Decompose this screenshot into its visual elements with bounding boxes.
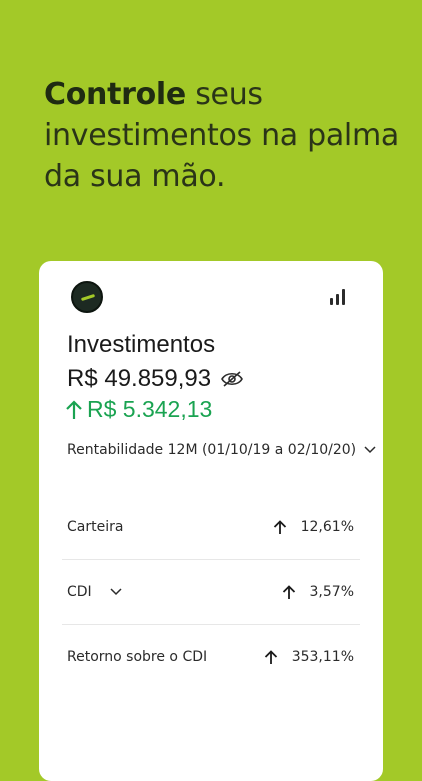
row-label: CDI <box>67 584 92 600</box>
headline-bold: Controle <box>44 77 186 112</box>
list-item-cdi: CDI 3,57% <box>62 560 360 625</box>
logo-icon <box>71 281 103 313</box>
bar-chart-icon[interactable] <box>330 287 348 305</box>
list-item-retorno-cdi: Retorno sobre o CDI 353,11% <box>62 625 360 689</box>
gain-row: R$ 5.342,13 <box>65 396 212 423</box>
period-selector[interactable]: Rentabilidade 12M (01/10/19 a 02/10/20) <box>67 442 376 458</box>
row-label: Carteira <box>67 519 124 535</box>
balance-value: R$ 49.859,93 <box>67 365 212 392</box>
row-value: 12,61% <box>300 519 354 535</box>
arrow-up-icon <box>273 519 286 534</box>
eye-slash-icon[interactable] <box>221 371 244 387</box>
arrow-up-icon <box>264 649 277 664</box>
row-label: Retorno sobre o CDI <box>67 649 208 665</box>
investments-card: Investimentos R$ 49.859,93 R$ 5.342,13 R… <box>39 261 383 781</box>
arrow-up-icon <box>282 584 295 599</box>
gain-value: R$ 5.342,13 <box>87 396 213 422</box>
performance-list: Carteira 12,61% CDI 3,57% Retorno sobre … <box>62 495 360 689</box>
balance-row: R$ 49.859,93 <box>67 365 244 393</box>
row-value: 3,57% <box>309 584 354 600</box>
row-value: 353,11% <box>291 649 354 665</box>
arrow-up-icon <box>66 399 82 419</box>
headline: Controle seus investimentos na palma da … <box>44 74 404 197</box>
chevron-down-icon[interactable] <box>110 588 122 596</box>
period-label: Rentabilidade 12M (01/10/19 a 02/10/20) <box>67 442 357 458</box>
list-item-carteira: Carteira 12,61% <box>62 495 360 560</box>
chevron-down-icon <box>364 446 376 454</box>
investments-title: Investimentos <box>67 331 216 358</box>
